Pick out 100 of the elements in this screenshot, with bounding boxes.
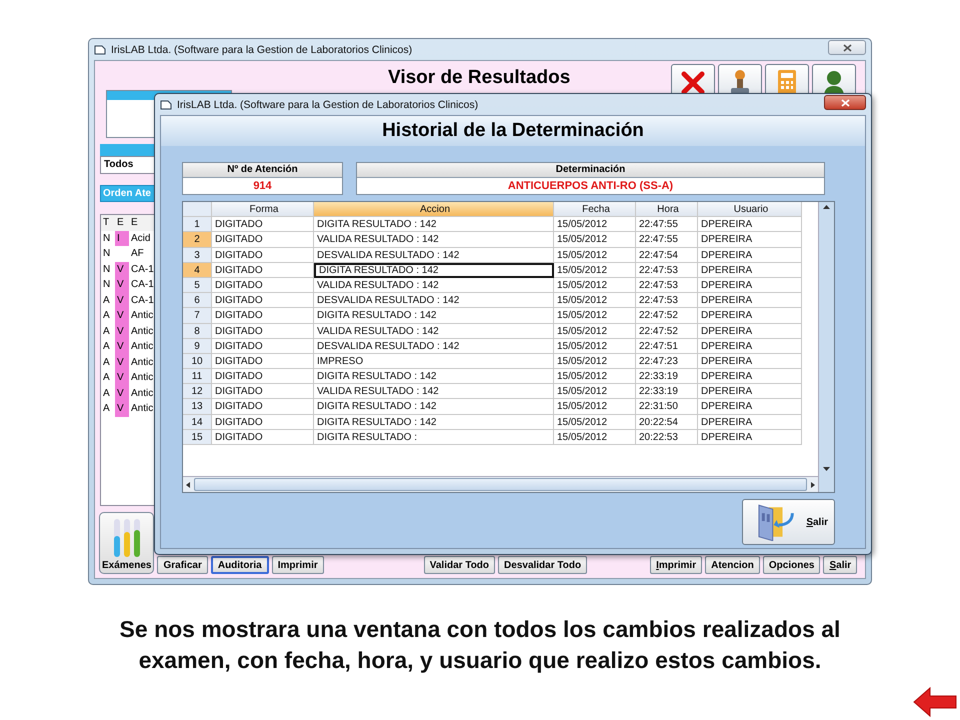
- table-cell: 15/05/2012: [554, 262, 636, 278]
- table-cell-text: Antic: [130, 340, 154, 354]
- exams-button[interactable]: Exámenes: [99, 512, 154, 574]
- table-cell: DIGITADO: [212, 354, 314, 370]
- column-header: T: [101, 215, 115, 230]
- table-cell: 15/05/2012: [554, 324, 636, 339]
- toolbar-button[interactable]: Opciones: [762, 556, 820, 574]
- table-cell: DIGITA RESULTADO : 142: [314, 414, 554, 430]
- table-cell: DIGITADO: [212, 308, 314, 324]
- row-header[interactable]: 13: [183, 399, 212, 415]
- row-header[interactable]: 6: [183, 293, 212, 308]
- table-cell: DPEREIRA: [698, 354, 802, 370]
- row-header[interactable]: 9: [183, 338, 212, 354]
- table-cell: DESVALIDA RESULTADO : 142: [314, 293, 554, 308]
- table-cell-text: A: [102, 386, 111, 400]
- filter-field[interactable]: Todos: [100, 156, 155, 174]
- toolbar-button[interactable]: Imprimir: [650, 556, 702, 574]
- close-button[interactable]: [824, 95, 866, 110]
- table-cell: 15/05/2012: [554, 399, 636, 415]
- table-cell-text: CA-1: [130, 262, 155, 276]
- table-cell-text: Antic: [130, 309, 154, 323]
- table-cell-text: A: [102, 340, 111, 354]
- table-cell-text: Antic: [130, 324, 154, 338]
- table-cell: DIGITADO: [212, 324, 314, 339]
- table-cell: DIGITADO: [212, 338, 314, 354]
- toolbar-button[interactable]: Salir: [823, 556, 858, 574]
- table-cell: 22:47:53: [636, 293, 698, 308]
- table-cell: 22:47:23: [636, 354, 698, 370]
- table-cell: DIGITADO: [212, 369, 314, 384]
- row-header[interactable]: 7: [183, 308, 212, 324]
- table-cell: DPEREIRA: [698, 324, 802, 339]
- table-cell: 15/05/2012: [554, 308, 636, 324]
- status-cell: V: [115, 386, 129, 401]
- table-cell: DIGITA RESULTADO : 142: [314, 369, 554, 384]
- table-cell: 15/05/2012: [554, 217, 636, 232]
- table-cell: 15/05/2012: [554, 338, 636, 354]
- table-cell: DIGITA RESULTADO : 142: [314, 262, 554, 278]
- status-cell: V: [115, 401, 129, 416]
- column-header[interactable]: Usuario: [698, 202, 802, 218]
- table-cell: DIGITA RESULTADO :: [314, 430, 554, 445]
- toolbar-button[interactable]: Validar Todo: [424, 556, 496, 574]
- table-cell-text: Antic: [130, 386, 154, 400]
- row-header[interactable]: 2: [183, 232, 212, 248]
- table-cell-text: CA-1: [130, 294, 155, 308]
- scroll-up-icon[interactable]: [823, 205, 830, 209]
- table-cell: DPEREIRA: [698, 278, 802, 294]
- table-cell-text: Acid: [130, 232, 152, 246]
- toolbar-button[interactable]: Graficar: [157, 556, 208, 574]
- status-cell: V: [115, 277, 129, 292]
- column-header[interactable]: Fecha: [554, 202, 636, 218]
- row-header[interactable]: 4: [183, 262, 212, 278]
- horizontal-scrollbar[interactable]: [183, 476, 818, 492]
- row-header[interactable]: 10: [183, 354, 212, 370]
- vertical-scrollbar[interactable]: [818, 202, 834, 492]
- table-cell-text: A: [102, 402, 111, 416]
- table-cell: DIGITADO: [212, 248, 314, 263]
- table-cell-text: Antic: [130, 371, 154, 385]
- app-icon: [94, 44, 106, 55]
- row-header[interactable]: 12: [183, 384, 212, 400]
- table-cell-text: N: [102, 278, 112, 292]
- status-cell: V: [115, 308, 129, 324]
- row-header[interactable]: 1: [183, 217, 212, 232]
- table-cell: DPEREIRA: [698, 217, 802, 232]
- toolbar-button[interactable]: Desvalidar Todo: [498, 556, 588, 574]
- close-button[interactable]: [828, 40, 866, 55]
- table-cell: 15/05/2012: [554, 414, 636, 430]
- column-header[interactable]: Accion: [314, 202, 554, 218]
- table-cell: DESVALIDA RESULTADO : 142: [314, 248, 554, 263]
- table-cell-text: A: [102, 356, 111, 370]
- table-cell: 22:47:55: [636, 217, 698, 232]
- table-cell: DIGITA RESULTADO : 142: [314, 217, 554, 232]
- table-cell: DPEREIRA: [698, 248, 802, 263]
- corner-cell: [183, 202, 212, 218]
- column-header[interactable]: Hora: [636, 202, 698, 218]
- row-header[interactable]: 5: [183, 278, 212, 294]
- toolbar-button[interactable]: Atencion: [705, 556, 760, 574]
- scroll-right-icon[interactable]: [811, 482, 815, 488]
- row-header[interactable]: 8: [183, 324, 212, 339]
- table-cell: 22:31:50: [636, 399, 698, 415]
- table-cell: 22:47:53: [636, 262, 698, 278]
- row-header[interactable]: 15: [183, 430, 212, 445]
- table-cell: 15/05/2012: [554, 430, 636, 445]
- caption: Se nos mostrara una ventana con todos los cambios realizados al examen, con fecha, hora, y usuario que realizo estos cambios.: [118, 615, 842, 676]
- status-cell: V: [115, 262, 129, 277]
- scroll-down-icon[interactable]: [823, 467, 830, 471]
- back-arrow-icon[interactable]: [912, 686, 958, 718]
- table-cell: 20:22:53: [636, 430, 698, 445]
- table-cell: 15/05/2012: [554, 248, 636, 263]
- row-header[interactable]: 11: [183, 369, 212, 384]
- column-header[interactable]: Forma: [212, 202, 314, 218]
- table-cell: VALIDA RESULTADO : 142: [314, 232, 554, 248]
- table-cell: 15/05/2012: [554, 354, 636, 370]
- toolbar-button[interactable]: Auditoria: [210, 556, 269, 574]
- exit-button[interactable]: Salir: [742, 499, 835, 545]
- row-header[interactable]: 14: [183, 414, 212, 430]
- toolbar-button[interactable]: Imprimir: [272, 556, 324, 574]
- table-cell: 15/05/2012: [554, 278, 636, 294]
- table-cell-text: CA-1: [130, 278, 155, 292]
- row-header[interactable]: 3: [183, 248, 212, 263]
- scroll-left-icon[interactable]: [186, 482, 190, 488]
